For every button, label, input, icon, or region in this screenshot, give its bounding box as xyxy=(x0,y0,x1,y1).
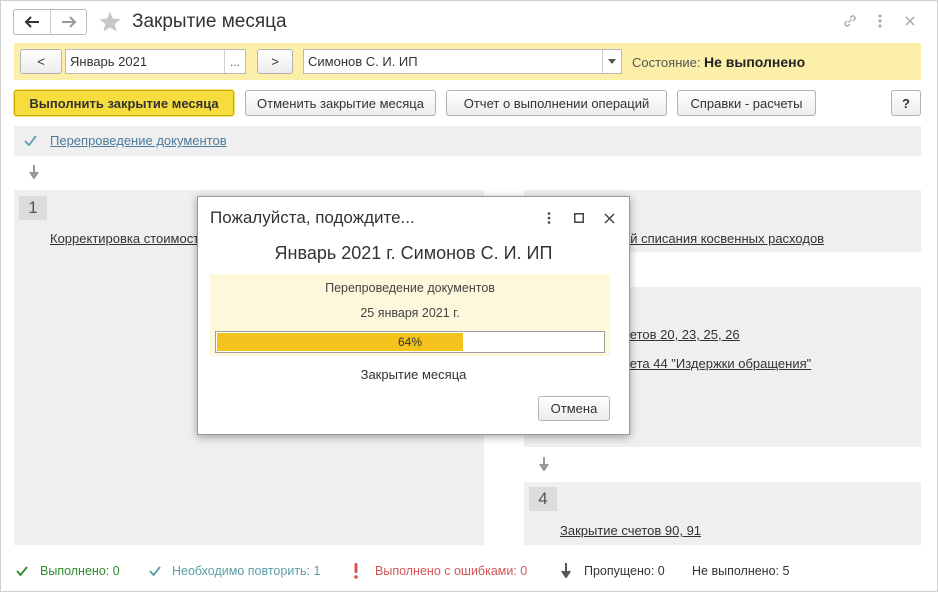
progress-bar: 64% xyxy=(215,331,605,353)
forward-button[interactable] xyxy=(50,10,86,34)
period-value: Январь 2021 xyxy=(70,54,148,69)
dialog-controls xyxy=(541,209,617,227)
arrow-left-icon xyxy=(24,16,39,28)
parameters-bar: < Январь 2021 ... > Симонов С. И. ИП Сос… xyxy=(14,43,921,80)
link-icon[interactable] xyxy=(841,11,859,31)
help-button[interactable]: ? xyxy=(891,90,921,116)
check-icon xyxy=(16,566,28,576)
chevron-down-icon xyxy=(608,59,616,64)
repost-documents-row: Перепроведение документов xyxy=(14,126,921,156)
arrow-down-icon xyxy=(539,457,549,471)
progress-label: 64% xyxy=(397,335,423,349)
close-accounts-90-91-link[interactable]: Закрытие счетов 90, 91 xyxy=(560,523,701,538)
indirect-costs-link[interactable]: ей списания косвенных расходов xyxy=(623,231,824,246)
back-button[interactable] xyxy=(14,10,50,34)
progress-panel: Перепроведение документов 25 января 2021… xyxy=(210,274,610,356)
favorite-star-icon[interactable] xyxy=(97,9,123,35)
step-4-block: 4 Закрытие счетов 90, 91 xyxy=(524,482,921,545)
arrow-down-icon xyxy=(29,165,39,179)
check-icon xyxy=(149,566,161,576)
maximize-icon[interactable] xyxy=(571,209,587,227)
status-bar: Выполнено: 0 Необходимо повторить: 1 Вып… xyxy=(1,559,938,585)
next-period-button[interactable]: > xyxy=(257,49,293,74)
window-frame: Закрытие месяца < Январь 2021 ... > Симо… xyxy=(0,0,938,592)
step-number: 1 xyxy=(19,196,47,220)
organization-dropdown-button[interactable] xyxy=(602,50,621,73)
organization-value: Симонов С. И. ИП xyxy=(308,54,418,69)
window-controls xyxy=(841,11,919,31)
exclamation-icon xyxy=(354,563,358,579)
current-date: 25 января 2021 г. xyxy=(360,306,460,320)
references-button[interactable]: Справки - расчеты xyxy=(677,90,816,116)
period-select-button[interactable]: ... xyxy=(224,50,245,73)
step-number: 4 xyxy=(529,487,557,511)
more-icon[interactable] xyxy=(871,11,889,31)
arrow-down-icon xyxy=(561,563,571,578)
run-closing-button[interactable]: Выполнить закрытие месяца xyxy=(14,90,234,116)
state-value: Не выполнено xyxy=(704,54,806,70)
check-icon xyxy=(24,135,37,146)
window-title: Закрытие месяца xyxy=(132,11,287,32)
status-errors: Выполнено с ошибками: 0 xyxy=(375,564,528,578)
navigation-buttons xyxy=(13,9,87,35)
status-skipped: Пропущено: 0 xyxy=(584,564,665,578)
account-44-link[interactable]: чета 44 "Издержки обращения" xyxy=(623,356,811,371)
accounts-20-26-link[interactable]: четов 20, 23, 25, 26 xyxy=(623,327,740,342)
dialog-footer-text: Закрытие месяца xyxy=(360,367,467,382)
close-icon[interactable] xyxy=(901,11,919,31)
cost-adjustment-link[interactable]: Корректировка стоимости xyxy=(50,231,206,246)
dialog-subtitle: Январь 2021 г. Симонов С. И. ИП xyxy=(274,243,553,263)
status-repeat: Необходимо повторить: 1 xyxy=(172,564,321,578)
status-not-done: Не выполнено: 5 xyxy=(692,564,790,578)
prev-period-button[interactable]: < xyxy=(20,49,62,74)
dialog-cancel-button[interactable]: Отмена xyxy=(538,396,610,421)
period-field[interactable]: Январь 2021 ... xyxy=(65,49,246,74)
state-label: Состояние: xyxy=(632,55,701,70)
arrow-right-icon xyxy=(61,16,76,28)
repost-documents-link[interactable]: Перепроведение документов xyxy=(50,133,227,148)
organization-field[interactable]: Симонов С. И. ИП xyxy=(303,49,622,74)
dialog-title: Пожалуйста, подождите... xyxy=(210,208,415,227)
cancel-closing-button[interactable]: Отменить закрытие месяца xyxy=(245,90,436,116)
progress-dialog: Пожалуйста, подождите... Январь 2021 г. … xyxy=(197,196,630,435)
current-operation: Перепроведение документов xyxy=(325,281,495,295)
more-icon[interactable] xyxy=(541,209,557,227)
operations-report-button[interactable]: Отчет о выполнении операций xyxy=(446,90,667,116)
close-icon[interactable] xyxy=(601,209,617,227)
status-done: Выполнено: 0 xyxy=(40,564,120,578)
